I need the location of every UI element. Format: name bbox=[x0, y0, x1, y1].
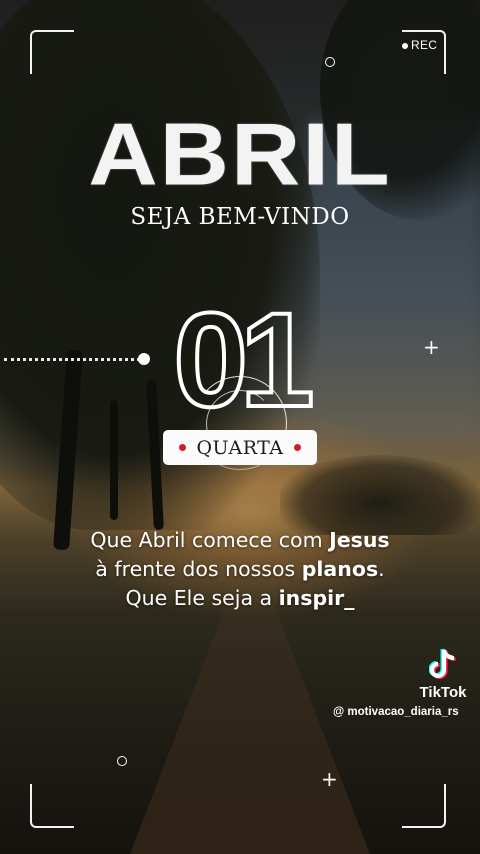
red-dot-icon bbox=[293, 444, 301, 451]
plus-icon: + bbox=[423, 335, 440, 359]
rec-dot-icon bbox=[402, 42, 408, 49]
frame-corner-top-right bbox=[402, 30, 446, 74]
frame-corner-bottom-left bbox=[30, 784, 74, 828]
weekday-label: QUARTA bbox=[196, 436, 284, 459]
plus-icon: + bbox=[321, 767, 338, 791]
ring-icon bbox=[117, 756, 127, 766]
quote-line1-bold: Jesus bbox=[329, 528, 390, 552]
ring-icon bbox=[325, 57, 335, 67]
quote-line2-bold: planos bbox=[301, 557, 379, 581]
weekday-badge: QUARTA bbox=[163, 430, 317, 465]
frame-corner-bottom-right bbox=[402, 784, 446, 828]
creator-handle: @ motivacao_diaria_rs bbox=[333, 706, 459, 718]
welcome-subtitle: SEJA BEM-VINDO bbox=[130, 204, 350, 230]
dotted-line-end bbox=[138, 353, 150, 365]
tiktok-logo-icon bbox=[428, 648, 457, 682]
month-title: ABRIL bbox=[88, 105, 392, 204]
quote-line2-text: à frente dos nossos bbox=[95, 557, 302, 581]
red-dot-icon bbox=[179, 444, 187, 451]
frame-corner-top-left bbox=[30, 30, 74, 74]
quote-text: Que Abril comece com Jesus à frente dos … bbox=[40, 526, 440, 613]
tiktok-brand-label: TikTok bbox=[419, 684, 467, 701]
rec-indicator: REC bbox=[402, 38, 437, 52]
quote-line3-bold: inspir_ bbox=[278, 586, 355, 610]
rec-label: REC bbox=[411, 38, 438, 52]
quote-line2-punct: . bbox=[378, 557, 385, 581]
tiktok-watermark: TikTok bbox=[412, 648, 474, 701]
dotted-line bbox=[4, 358, 140, 361]
quote-line1-text: Que Abril comece com bbox=[90, 528, 330, 552]
quote-line3-text: Que Ele seja a bbox=[125, 586, 279, 610]
